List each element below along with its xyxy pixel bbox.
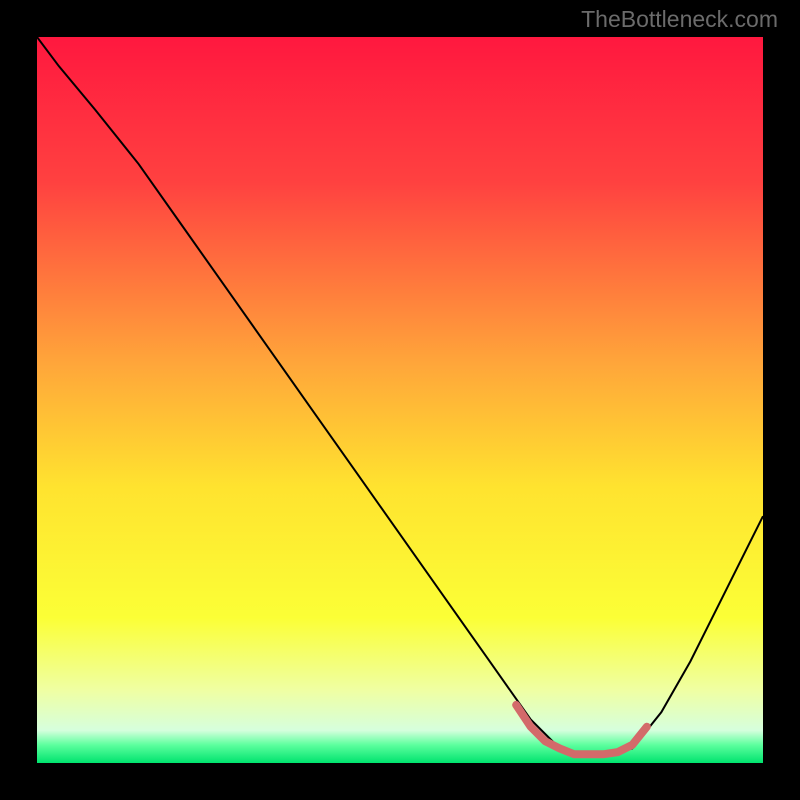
gradient-background xyxy=(37,37,763,763)
chart-svg xyxy=(37,37,763,763)
chart-container: TheBottleneck.com xyxy=(0,0,800,800)
attribution-label: TheBottleneck.com xyxy=(581,6,778,33)
plot-frame xyxy=(37,37,763,763)
